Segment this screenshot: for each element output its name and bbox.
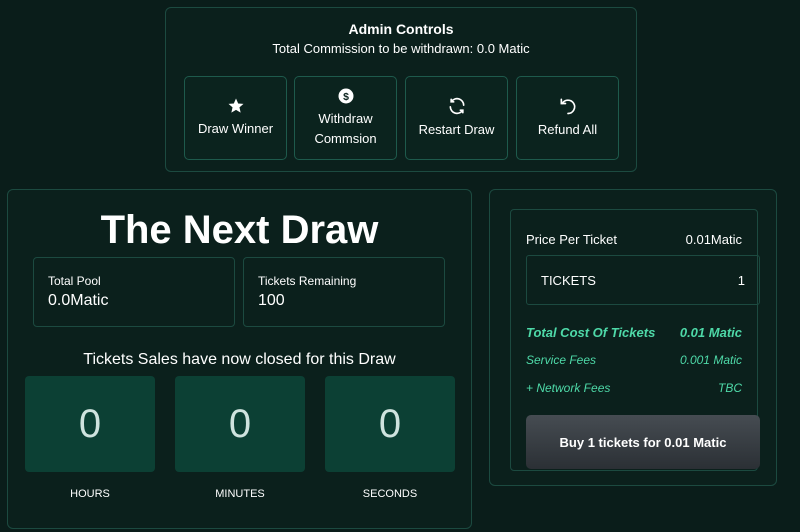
service-fees-row: Service Fees 0.001 Matic [526,353,742,367]
sales-closed-message: Tickets Sales have now closed for this D… [83,351,396,368]
ticket-quantity-input[interactable]: TICKETS 1 [526,255,760,305]
restart-draw-button[interactable]: Restart Draw [405,76,508,160]
tickets-quantity[interactable]: 1 [738,273,745,288]
restart-draw-label: Restart Draw [418,122,495,137]
price-label: Price Per Ticket [526,232,618,247]
admin-title: Admin Controls [348,21,454,37]
withdraw-commission-button[interactable]: $ Withdraw Commsion [294,76,397,160]
refund-all-button[interactable]: Refund All [516,76,619,160]
withdraw-label-line2: Commsion [314,131,377,146]
star-icon [228,98,243,113]
tickets-remaining-card: Tickets Remaining 100 [243,257,445,327]
buy-tickets-button[interactable]: Buy 1 tickets for 0.01 Matic [526,415,760,469]
seconds-counter: 0 [325,376,455,472]
tickets-label: TICKETS [541,272,596,288]
total-cost-label: Total Cost Of Tickets [526,325,656,340]
draw-winner-button[interactable]: Draw Winner [184,76,287,160]
total-pool-value: 0.0Matic [48,292,109,309]
undo-icon [560,98,575,115]
admin-controls-panel: Admin Controls Total Commission to be wi… [165,7,637,172]
svg-text:$: $ [343,91,349,103]
network-fees-label: + Network Fees [526,381,611,395]
ticket-purchase-panel: Price Per Ticket 0.01Matic TICKETS 1 Tot… [489,189,777,486]
refresh-icon [449,97,464,115]
tickets-remaining-label: Tickets Remaining [258,274,357,288]
next-draw-heading: The Next Draw [100,208,379,252]
total-cost-row: Total Cost Of Tickets 0.01 Matic [526,325,742,340]
service-fees-value: 0.001 Matic [679,353,742,367]
purchase-card: Price Per Ticket 0.01Matic TICKETS 1 Tot… [510,209,760,471]
total-pool-label: Total Pool [48,274,101,288]
service-fees-label: Service Fees [526,353,597,367]
withdraw-label-line1: Withdraw [318,111,373,126]
refund-all-label: Refund All [537,122,598,137]
dollar-icon: $ [338,88,353,104]
next-draw-panel: The Next Draw Total Pool 0.0Matic Ticket… [7,189,472,529]
hours-counter: 0 [25,376,155,472]
network-fees-value: TBC [718,381,742,395]
commission-text: Total Commission to be withdrawn: 0.0 Ma… [272,41,530,56]
hours-label: HOURS [70,488,110,500]
tickets-remaining-value: 100 [258,292,285,309]
total-pool-card: Total Pool 0.0Matic [33,257,235,327]
price-value: 0.01Matic [685,232,742,247]
draw-winner-label: Draw Winner [197,121,274,136]
network-fees-row: + Network Fees TBC [526,381,742,395]
total-cost-value: 0.01 Matic [679,325,742,340]
seconds-label: SECONDS [362,488,418,500]
minutes-label: MINUTES [215,488,265,500]
price-row: Price Per Ticket 0.01Matic [526,232,742,247]
minutes-counter: 0 [175,376,305,472]
